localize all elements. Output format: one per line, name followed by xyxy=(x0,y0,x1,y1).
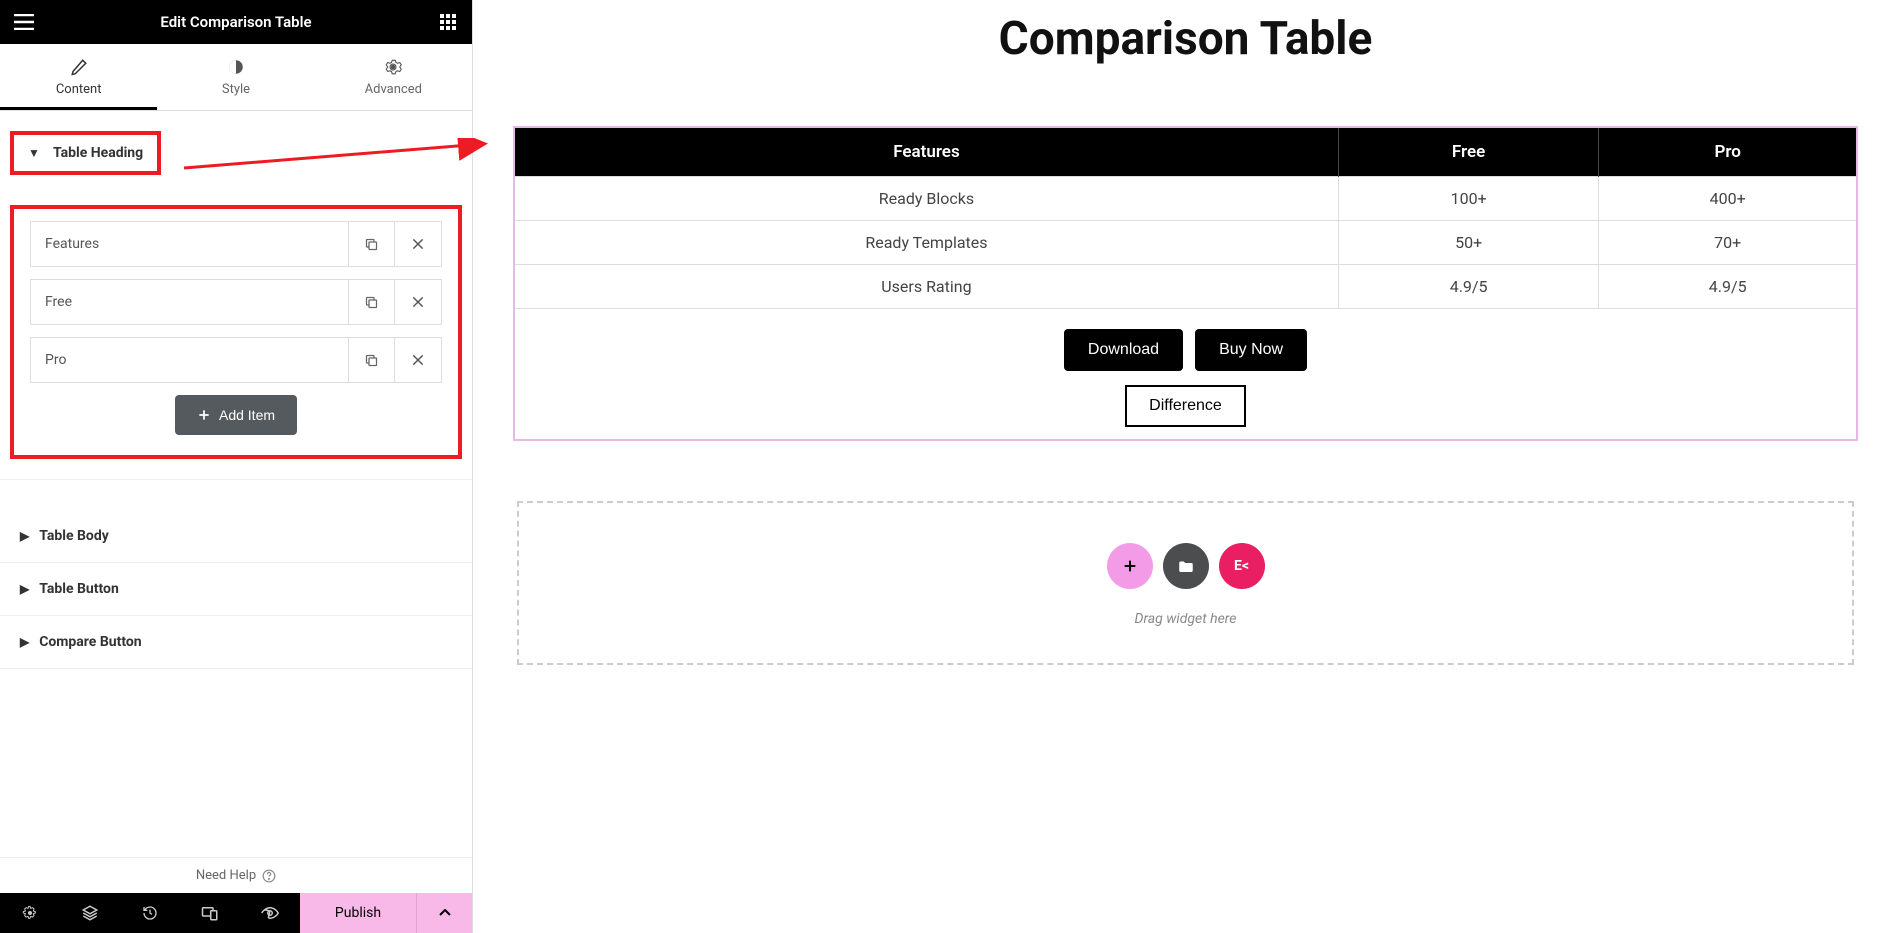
table-cell: 70+ xyxy=(1599,221,1856,265)
heading-item-label: Features xyxy=(31,222,349,266)
settings-icon[interactable] xyxy=(0,893,60,933)
table-cell: 400+ xyxy=(1599,177,1856,221)
table-header: Pro xyxy=(1599,128,1856,177)
template-library-button[interactable] xyxy=(1163,543,1209,589)
accordion-compare-button[interactable]: ▶ Compare Button xyxy=(0,616,472,668)
table-header: Features xyxy=(515,128,1338,177)
add-item-label: Add Item xyxy=(219,407,275,423)
publish-area: Publish xyxy=(300,893,472,933)
table-cell: Ready Blocks xyxy=(515,177,1338,221)
tab-advanced[interactable]: Advanced xyxy=(315,44,472,110)
table-cell: 50+ xyxy=(1338,221,1598,265)
tab-style[interactable]: Style xyxy=(157,44,314,110)
tab-style-label: Style xyxy=(222,82,250,97)
buy-now-button[interactable]: Buy Now xyxy=(1195,329,1307,371)
accordion-body-label: Table Body xyxy=(39,528,109,544)
heading-item[interactable]: Pro xyxy=(30,337,442,383)
add-item-button[interactable]: Add Item xyxy=(175,395,297,435)
panel-body: ▼ Table Heading Features xyxy=(0,111,472,857)
heading-item-label: Free xyxy=(31,280,349,324)
layers-icon[interactable] xyxy=(60,893,120,933)
preview-icon[interactable] xyxy=(240,893,300,933)
need-help-link[interactable]: Need Help xyxy=(0,857,472,893)
caret-down-icon: ▼ xyxy=(28,146,40,160)
publish-options-button[interactable] xyxy=(416,893,472,933)
drop-zone-label: Drag widget here xyxy=(519,611,1852,627)
close-icon[interactable] xyxy=(395,338,441,382)
editor-tabs: Content Style Advanced xyxy=(0,44,472,111)
preview-title: Comparison Table xyxy=(513,12,1858,66)
table-row: Users Rating 4.9/5 4.9/5 xyxy=(515,265,1856,309)
comparison-table: Features Free Pro Ready Blocks 100+ 400+… xyxy=(515,128,1856,309)
comparison-table-widget[interactable]: Features Free Pro Ready Blocks 100+ 400+… xyxy=(513,126,1858,441)
publish-button[interactable]: Publish xyxy=(300,893,416,933)
duplicate-icon[interactable] xyxy=(349,338,395,382)
accordion-button-label: Table Button xyxy=(39,581,119,597)
publish-label: Publish xyxy=(335,905,381,921)
caret-right-icon: ▶ xyxy=(20,529,29,543)
accordion-table-heading[interactable]: ▼ Table Heading xyxy=(10,131,161,175)
history-icon[interactable] xyxy=(120,893,180,933)
difference-button[interactable]: Difference xyxy=(1125,385,1246,427)
footer-bar: Publish xyxy=(0,893,472,933)
table-cell: Ready Templates xyxy=(515,221,1338,265)
table-cell: 4.9/5 xyxy=(1338,265,1598,309)
tab-advanced-label: Advanced xyxy=(365,82,422,97)
accordion-table-button[interactable]: ▶ Table Button xyxy=(0,563,472,615)
table-cell: Users Rating xyxy=(515,265,1338,309)
heading-item[interactable]: Features xyxy=(30,221,442,267)
table-cell: 4.9/5 xyxy=(1599,265,1856,309)
caret-right-icon: ▶ xyxy=(20,635,29,649)
sidebar-title: Edit Comparison Table xyxy=(36,13,436,31)
responsive-icon[interactable] xyxy=(180,893,240,933)
heading-item-label: Pro xyxy=(31,338,349,382)
duplicate-icon[interactable] xyxy=(349,222,395,266)
close-icon[interactable] xyxy=(395,280,441,324)
drop-zone-icons: E< xyxy=(519,543,1852,589)
table-header: Free xyxy=(1338,128,1598,177)
caret-right-icon: ▶ xyxy=(20,582,29,596)
close-icon[interactable] xyxy=(395,222,441,266)
heading-items-box: Features Free xyxy=(10,205,462,459)
heading-item[interactable]: Free xyxy=(30,279,442,325)
accordion-table-body[interactable]: ▶ Table Body xyxy=(0,510,472,562)
button-row: Download Buy Now xyxy=(515,329,1856,371)
table-cell: 100+ xyxy=(1338,177,1598,221)
duplicate-icon[interactable] xyxy=(349,280,395,324)
hamburger-icon[interactable] xyxy=(12,10,36,34)
add-section-button[interactable] xyxy=(1107,543,1153,589)
accordion-compare-label: Compare Button xyxy=(39,634,141,650)
tab-content-label: Content xyxy=(56,82,102,97)
table-row: Ready Blocks 100+ 400+ xyxy=(515,177,1856,221)
tab-content[interactable]: Content xyxy=(0,44,157,110)
preview-area: Comparison Table Features Free Pro Ready… xyxy=(473,0,1898,933)
drop-zone[interactable]: E< Drag widget here xyxy=(517,501,1854,665)
accordion-heading-label: Table Heading xyxy=(53,145,143,161)
table-row: Ready Templates 50+ 70+ xyxy=(515,221,1856,265)
grid-icon[interactable] xyxy=(436,10,460,34)
elementskit-button[interactable]: E< xyxy=(1219,543,1265,589)
editor-sidebar: Edit Comparison Table Content Style Adva… xyxy=(0,0,473,933)
need-help-label: Need Help xyxy=(196,868,256,883)
download-button[interactable]: Download xyxy=(1064,329,1183,371)
sidebar-header: Edit Comparison Table xyxy=(0,0,472,44)
